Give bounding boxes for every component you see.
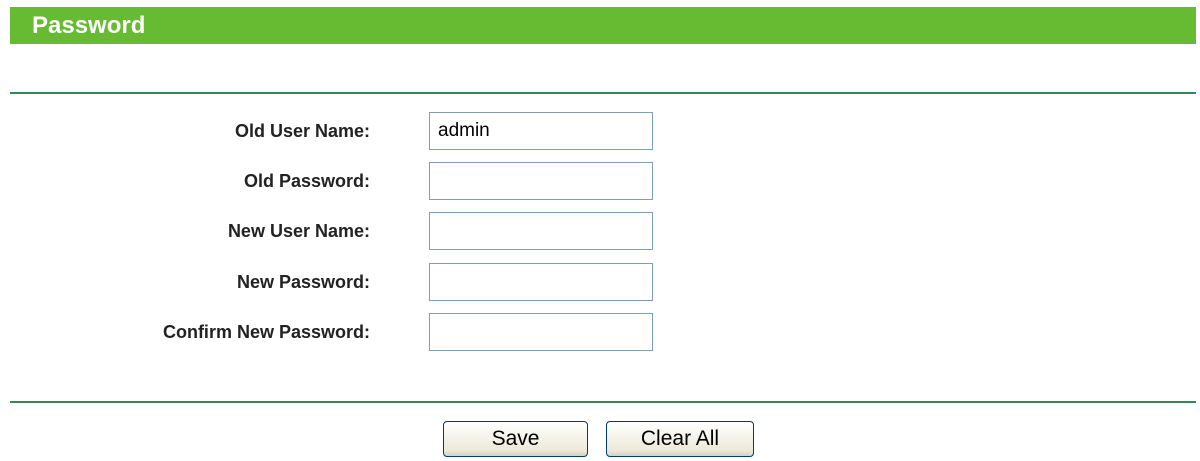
new-user-name-label: New User Name: <box>227 221 370 241</box>
old-password-label: Old Password: <box>243 171 370 191</box>
confirm-new-password-label: Confirm New Password: <box>162 322 370 342</box>
old-password-input[interactable] <box>429 162 653 200</box>
page-title: Password <box>32 12 146 39</box>
new-password-input[interactable] <box>429 263 653 301</box>
old-user-name-row: Old User Name: <box>0 112 1200 150</box>
clear-all-button[interactable]: Clear All <box>606 421 754 457</box>
new-user-name-input[interactable] <box>429 212 653 250</box>
old-user-name-input[interactable] <box>429 112 653 150</box>
old-user-name-label: Old User Name: <box>234 121 370 141</box>
section-header: Password <box>10 7 1196 44</box>
confirm-new-password-input[interactable] <box>429 313 653 351</box>
new-password-row: New Password: <box>0 263 1200 301</box>
save-button[interactable]: Save <box>443 421 588 457</box>
new-password-label: New Password: <box>236 272 370 292</box>
new-user-name-row: New User Name: <box>0 212 1200 250</box>
divider-bottom <box>10 401 1196 403</box>
old-password-row: Old Password: <box>0 162 1200 200</box>
divider-top <box>10 92 1196 94</box>
confirm-new-password-row: Confirm New Password: <box>0 313 1200 351</box>
